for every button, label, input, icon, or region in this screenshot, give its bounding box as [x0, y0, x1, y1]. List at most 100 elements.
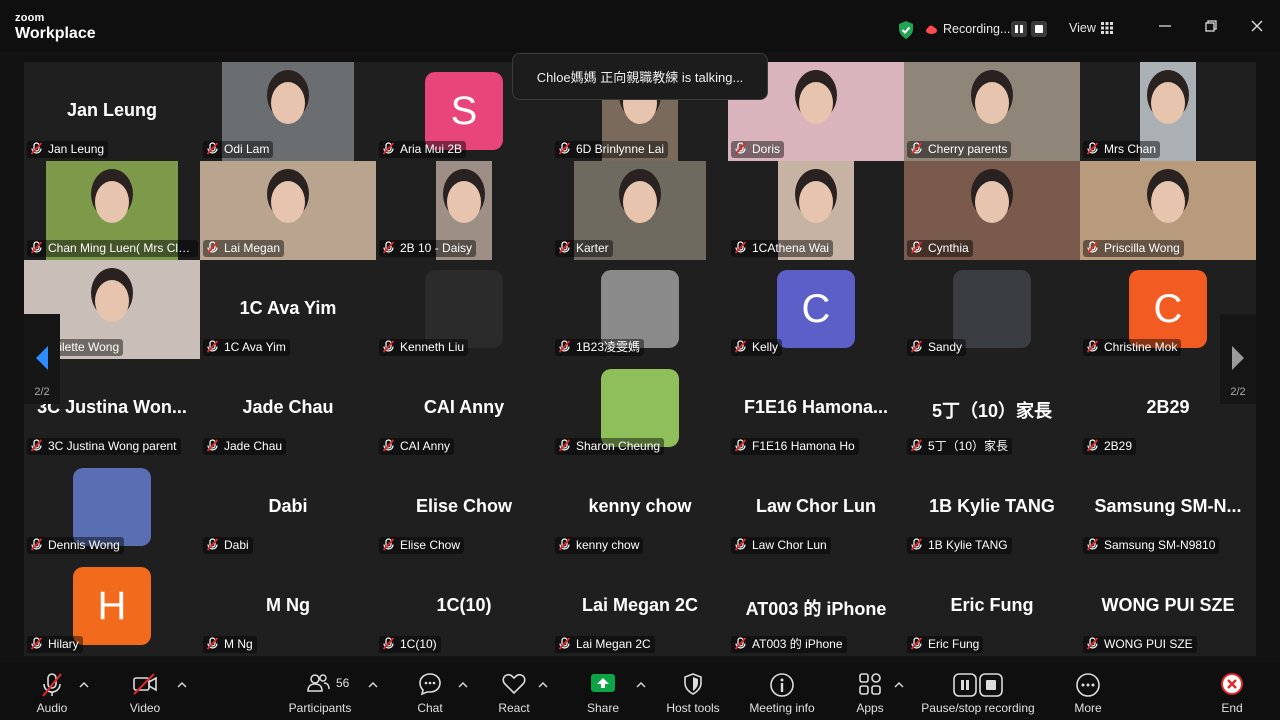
share-button[interactable]: Share — [583, 662, 623, 720]
video-button[interactable]: Video — [120, 662, 170, 720]
participant-tile[interactable]: Dabi Dabi — [200, 458, 376, 557]
pause-stop-recording-button[interactable]: Pause/stop recording — [916, 662, 1040, 720]
next-page-button[interactable]: 2/2 — [1220, 314, 1256, 404]
mic-muted-icon — [206, 340, 219, 353]
participants-count: 56 — [336, 676, 350, 690]
mic-muted-icon — [1086, 241, 1099, 254]
mic-muted-icon — [206, 637, 219, 650]
participant-tile[interactable]: Priscilla Wong — [1080, 161, 1256, 260]
participant-tile[interactable]: Lai Megan 2C Lai Megan 2C — [552, 557, 728, 656]
participant-tile[interactable]: Cherry parents — [904, 62, 1080, 161]
close-icon[interactable] — [1245, 14, 1269, 38]
participant-display-name: 1C(10) — [436, 595, 492, 615]
participant-tile[interactable]: Mrs Chan — [1080, 62, 1256, 161]
participant-tile[interactable]: Karter — [552, 161, 728, 260]
participant-tile[interactable]: Cynthia — [904, 161, 1080, 260]
participant-tile[interactable]: 1C(10) 1C(10) — [376, 557, 552, 656]
participant-tile[interactable]: kenny chow kenny chow — [552, 458, 728, 557]
participant-name: 6D Brinlynne Lai — [576, 142, 665, 156]
mic-muted-icon — [734, 637, 747, 650]
participant-tile[interactable]: M Ng M Ng — [200, 557, 376, 656]
participant-name-label: 2B 10 - Daisy — [379, 240, 477, 257]
participant-tile[interactable]: 1B23凌雯媽 — [552, 260, 728, 359]
participant-tile[interactable]: 1CAthena Wai — [728, 161, 904, 260]
audio-label: Audio — [36, 701, 68, 715]
participant-tile[interactable]: 5丁（10）家長 5丁（10）家長 — [904, 359, 1080, 458]
participant-tile[interactable]: Samsung SM-N... Samsung SM-N9810 — [1080, 458, 1256, 557]
participant-name-label: kenny chow — [555, 537, 644, 554]
mic-muted-icon — [558, 241, 571, 254]
participant-tile[interactable]: Jan Leung Jan Leung — [24, 62, 200, 161]
meeting-info-button[interactable]: Meeting info — [742, 662, 822, 720]
participant-tile[interactable]: Elise Chow Elise Chow — [376, 458, 552, 557]
host-tools-button[interactable]: Host tools — [658, 662, 728, 720]
meeting-toolbar: Audio Video 56 Participants Chat React S… — [0, 662, 1280, 720]
mic-muted-icon — [910, 241, 923, 254]
participant-tile[interactable]: Kenneth Liu — [376, 260, 552, 359]
participants-button[interactable]: 56 Participants — [282, 662, 358, 720]
participant-name-label: 5丁（10）家長 — [907, 438, 1013, 455]
stop-recording-button[interactable] — [1031, 21, 1047, 37]
grid-icon[interactable] — [1101, 22, 1113, 34]
participant-tile[interactable]: Lai Megan — [200, 161, 376, 260]
chevron-up-icon[interactable] — [79, 681, 89, 689]
participant-tile[interactable]: 1C Ava Yim 1C Ava Yim — [200, 260, 376, 359]
encryption-shield-icon[interactable] — [896, 20, 916, 40]
participant-tile[interactable]: Law Chor Lun Law Chor Lun — [728, 458, 904, 557]
end-meeting-button[interactable]: End — [1212, 662, 1252, 720]
host-tools-label: Host tools — [666, 701, 720, 715]
view-button[interactable]: View — [1069, 21, 1096, 35]
participant-name-label: Dennis Wong — [27, 537, 124, 554]
minimize-icon[interactable] — [1153, 14, 1177, 38]
person-silhouette — [1151, 82, 1185, 124]
participant-display-name: 5丁（10）家長 — [931, 401, 1053, 421]
participant-display-name: Law Chor Lun — [756, 496, 876, 516]
participant-tile[interactable]: C Kelly — [728, 260, 904, 359]
previous-page-button[interactable]: 2/2 — [24, 314, 60, 404]
participant-tile[interactable]: 1B Kylie TANG 1B Kylie TANG — [904, 458, 1080, 557]
participant-name-label: Cynthia — [907, 240, 973, 257]
chevron-up-icon[interactable] — [538, 681, 548, 689]
title-bar: zoom Workplace Recording... View — [0, 0, 1280, 52]
participant-tile[interactable]: CAI Anny CAI Anny — [376, 359, 552, 458]
participant-tile[interactable]: Dennis Wong — [24, 458, 200, 557]
participant-tile[interactable]: Sharon Cheung — [552, 359, 728, 458]
participant-tile[interactable]: Jade Chau Jade Chau — [200, 359, 376, 458]
chevron-up-icon[interactable] — [458, 681, 468, 689]
chevron-up-icon[interactable] — [894, 681, 904, 689]
apps-button[interactable]: Apps — [850, 662, 890, 720]
restore-icon[interactable] — [1199, 14, 1223, 38]
chat-button[interactable]: Chat — [410, 662, 450, 720]
chevron-up-icon[interactable] — [177, 681, 187, 689]
person-silhouette — [975, 181, 1009, 223]
participant-tile[interactable]: H Hilary — [24, 557, 200, 656]
participant-tile[interactable]: F1E16 Hamona... F1E16 Hamona Ho — [728, 359, 904, 458]
participant-tile[interactable]: Odi Lam — [200, 62, 376, 161]
more-button[interactable]: More — [1068, 662, 1108, 720]
participant-name-label: Kenneth Liu — [379, 339, 469, 356]
participant-name-label: Dabi — [203, 537, 253, 554]
participant-name-label: F1E16 Hamona Ho — [731, 438, 859, 455]
pause-recording-button[interactable] — [1011, 21, 1027, 37]
participant-name-label: 3C Justina Wong parent — [27, 438, 181, 455]
mic-muted-icon — [1086, 637, 1099, 650]
participant-name-label: Christine Mok — [1083, 339, 1182, 356]
chevron-up-icon[interactable] — [368, 681, 378, 689]
audio-button[interactable]: Audio — [26, 662, 78, 720]
participant-tile[interactable]: AT003 的 iPhone AT003 的 iPhone — [728, 557, 904, 656]
participant-tile[interactable]: Chan Ming Luen( Mrs Cla... — [24, 161, 200, 260]
participant-name-label: Odi Lam — [203, 141, 274, 158]
participant-tile[interactable]: 2B 10 - Daisy — [376, 161, 552, 260]
participant-name-label: Jade Chau — [203, 438, 287, 455]
participant-name-label: Sharon Cheung — [555, 438, 665, 455]
person-silhouette — [799, 181, 833, 223]
react-button[interactable]: React — [494, 662, 534, 720]
participant-display-name: Eric Fung — [950, 595, 1034, 615]
participant-tile[interactable]: Sandy — [904, 260, 1080, 359]
chevron-up-icon[interactable] — [636, 681, 646, 689]
participant-name-label: 1C(10) — [379, 636, 441, 653]
participant-name: Kenneth Liu — [400, 340, 465, 354]
participant-tile[interactable]: Eric Fung Eric Fung — [904, 557, 1080, 656]
participant-tile[interactable]: WONG PUI SZE WONG PUI SZE — [1080, 557, 1256, 656]
participant-name: 2B 10 - Daisy — [400, 241, 473, 255]
